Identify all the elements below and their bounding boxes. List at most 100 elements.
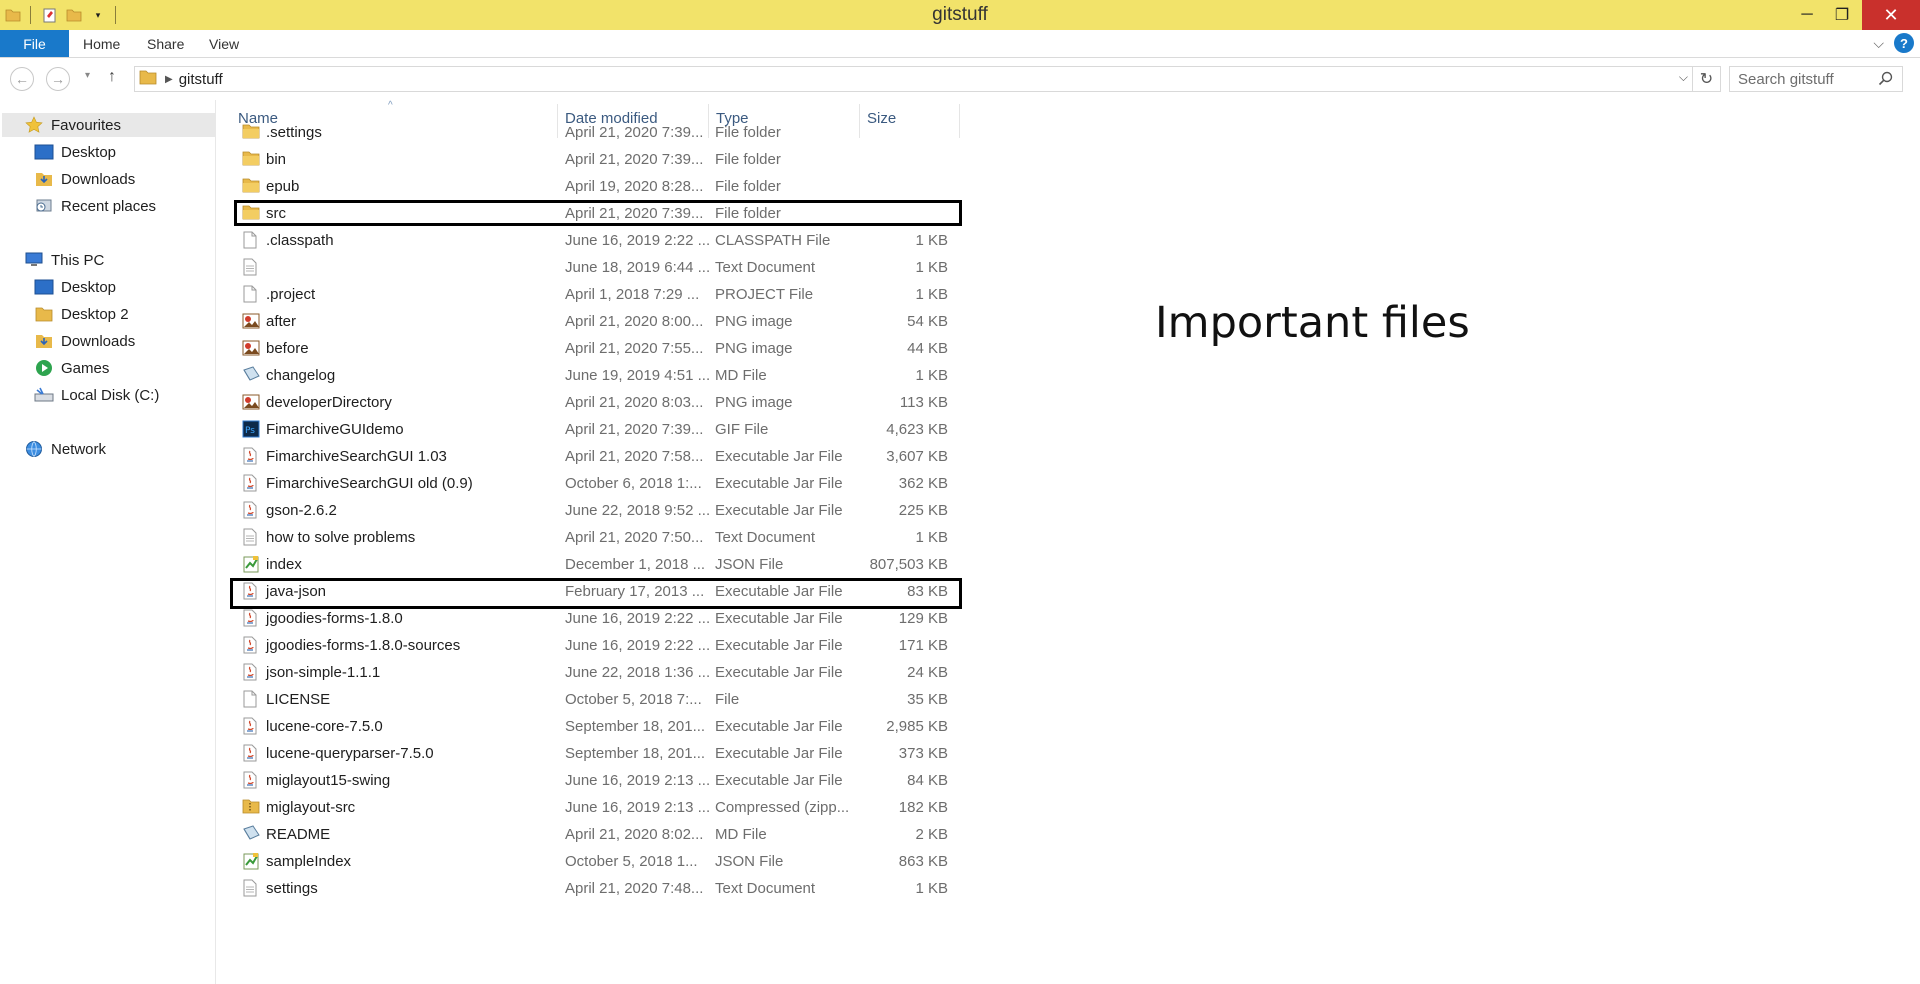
nav-fav-recent-places[interactable]: Recent places [34, 194, 156, 218]
file-type: Executable Jar File [715, 502, 843, 519]
tab-view[interactable]: View [209, 30, 239, 58]
file-row[interactable]: .classpath June 16, 2019 2:22 ... CLASSPAT… [230, 227, 970, 254]
file-row[interactable]: after April 21, 2020 8:00... PNG image 54 K… [230, 308, 970, 335]
tab-file[interactable]: File [0, 30, 69, 57]
file-date: April 1, 2018 7:29 ... [565, 286, 700, 303]
nav-this-pc[interactable]: This PC [24, 248, 104, 272]
json-file-icon [242, 852, 260, 870]
back-button[interactable]: ← [10, 67, 34, 91]
file-row[interactable]: miglayout15-swing June 16, 2019 2:13 ... E… [230, 767, 970, 794]
file-row[interactable]: changelog June 19, 2019 4:51 ... MD File 1 … [230, 362, 970, 389]
file-row[interactable]: before April 21, 2020 7:55... PNG image 44 … [230, 335, 970, 362]
star-icon [24, 115, 44, 135]
tab-home[interactable]: Home [83, 30, 120, 58]
expand-ribbon-icon[interactable]: ⌵ [1873, 35, 1884, 52]
title-bar: ▾ gitstuff ─ ❐ ✕ [0, 0, 1920, 30]
file-date: April 21, 2020 8:02... [565, 826, 704, 843]
address-bar[interactable]: ▶ gitstuff ⌵ [134, 66, 1693, 92]
up-button[interactable]: ↑ [108, 68, 116, 86]
file-type: Compressed (zipp... [715, 799, 850, 816]
file-row[interactable]: .project April 1, 2018 7:29 ... PROJECT Fi… [230, 281, 970, 308]
file-type: PROJECT File [715, 286, 814, 303]
nav-network[interactable]: Network [24, 437, 106, 461]
help-icon[interactable]: ? [1894, 33, 1914, 53]
file-name: settings [266, 880, 318, 897]
file-date: June 16, 2019 2:22 ... [565, 637, 711, 654]
image-file-icon [242, 393, 260, 411]
nav-pc-downloads[interactable]: Downloads [34, 329, 135, 353]
nav-pc-desktop[interactable]: Desktop [34, 275, 116, 299]
file-size: 44 KB [907, 340, 948, 357]
recent-locations-icon[interactable]: ▾ [85, 70, 90, 81]
file-size: 182 KB [898, 799, 948, 816]
file-row[interactable]: lucene-queryparser-7.5.0 September 18, 20… [230, 740, 970, 767]
window-title: gitstuff [932, 4, 988, 25]
file-row[interactable]: Ps FimarchiveGUIdemo April 21, 2020 7:39..… [230, 416, 970, 443]
java-jar-icon [242, 717, 260, 735]
file-row[interactable]: index December 1, 2018 ... JSON File 807,50… [230, 551, 970, 578]
nav-label: Desktop 2 [61, 305, 129, 323]
maximize-button[interactable]: ❐ [1819, 0, 1865, 30]
file-row[interactable]: lucene-core-7.5.0 September 18, 201... Exe… [230, 713, 970, 740]
file-type: File folder [715, 124, 781, 141]
file-row[interactable]: sampleIndex October 5, 2018 1... JSON File… [230, 848, 970, 875]
chevron-right-icon[interactable]: ▶ [165, 74, 173, 85]
file-row[interactable]: FimarchiveSearchGUI old (0.9) October 6, … [230, 470, 970, 497]
annotation-text: Important files [1155, 298, 1470, 348]
file-row[interactable]: FimarchiveSearchGUI 1.03 April 21, 2020 7… [230, 443, 970, 470]
close-button[interactable]: ✕ [1862, 0, 1920, 30]
file-row[interactable]: how to solve problems April 21, 2020 7:50… [230, 524, 970, 551]
zip-file-icon [242, 798, 260, 816]
search-icon[interactable] [1878, 71, 1894, 91]
file-size: 1 KB [915, 259, 948, 276]
file-row[interactable]: .settings April 21, 2020 7:39... File fold… [230, 119, 970, 146]
file-size: 113 KB [899, 394, 948, 411]
file-row[interactable]: bin April 21, 2020 7:39... File folder [230, 146, 970, 173]
network-icon [24, 439, 44, 459]
file-row[interactable]: settings April 21, 2020 7:48... Text Docum… [230, 875, 970, 902]
nav-pc-desktop-2[interactable]: Desktop 2 [34, 302, 129, 326]
nav-favourites[interactable]: Favourites [2, 113, 216, 137]
nav-label: Downloads [61, 332, 136, 350]
nav-pc-local-disk[interactable]: Local Disk (C:) [34, 383, 159, 407]
file-row[interactable]: jgoodies-forms-1.8.0-sources June 16, 201… [230, 632, 970, 659]
search-box[interactable] [1729, 66, 1903, 92]
file-row[interactable]: miglayout-src June 16, 2019 2:13 ... Compr… [230, 794, 970, 821]
nav-label: Games [61, 359, 110, 377]
arrow-right-icon: → [51, 71, 65, 87]
file-row[interactable]: developerDirectory April 21, 2020 8:03...… [230, 389, 970, 416]
file-row[interactable]: json-simple-1.1.1 June 22, 2018 1:36 ... E… [230, 659, 970, 686]
photoshop-file-icon: Ps [242, 420, 260, 438]
properties-icon[interactable] [39, 4, 61, 26]
desktop-icon [34, 142, 54, 162]
nav-fav-downloads[interactable]: Downloads [34, 167, 135, 191]
search-input[interactable] [1738, 70, 1878, 88]
new-folder-icon[interactable] [63, 4, 85, 26]
refresh-button[interactable]: ↻ [1693, 66, 1721, 92]
nav-label: This PC [51, 251, 105, 269]
customize-toolbar-icon[interactable]: ▾ [87, 4, 109, 26]
tab-share[interactable]: Share [147, 30, 184, 58]
java-jar-icon [242, 501, 260, 519]
file-row[interactable]: gson-2.6.2 June 22, 2018 9:52 ... Executab… [230, 497, 970, 524]
file-type: GIF File [715, 421, 769, 438]
file-row[interactable]: LICENSE October 5, 2018 7:... File 35 KB [230, 686, 970, 713]
forward-button[interactable]: → [46, 67, 70, 91]
file-row[interactable]: June 18, 2019 6:44 ... Text Document 1 KB [230, 254, 970, 281]
file-row[interactable]: README April 21, 2020 8:02... MD File 2 KB [230, 821, 970, 848]
file-date: June 16, 2019 2:13 ... [565, 772, 711, 789]
breadcrumb-gitstuff[interactable]: gitstuff [179, 71, 223, 88]
nav-fav-desktop[interactable]: Desktop [34, 140, 116, 164]
file-date: April 21, 2020 7:50... [565, 529, 704, 546]
file-type: Executable Jar File [715, 637, 843, 654]
nav-pc-games[interactable]: Games [34, 356, 109, 380]
chevron-down-icon[interactable]: ⌵ [1679, 70, 1688, 85]
file-name: changelog [266, 367, 336, 384]
file-row[interactable]: jgoodies-forms-1.8.0 June 16, 2019 2:22 .… [230, 605, 970, 632]
file-type: CLASSPATH File [715, 232, 831, 249]
file-row[interactable]: epub April 19, 2020 8:28... File folder [230, 173, 970, 200]
file-name: epub [266, 178, 300, 195]
navigation-pane: Favourites Desktop Downloads Recent plac… [0, 100, 216, 984]
file-type: File folder [715, 178, 781, 195]
file-type: Executable Jar File [715, 664, 843, 681]
